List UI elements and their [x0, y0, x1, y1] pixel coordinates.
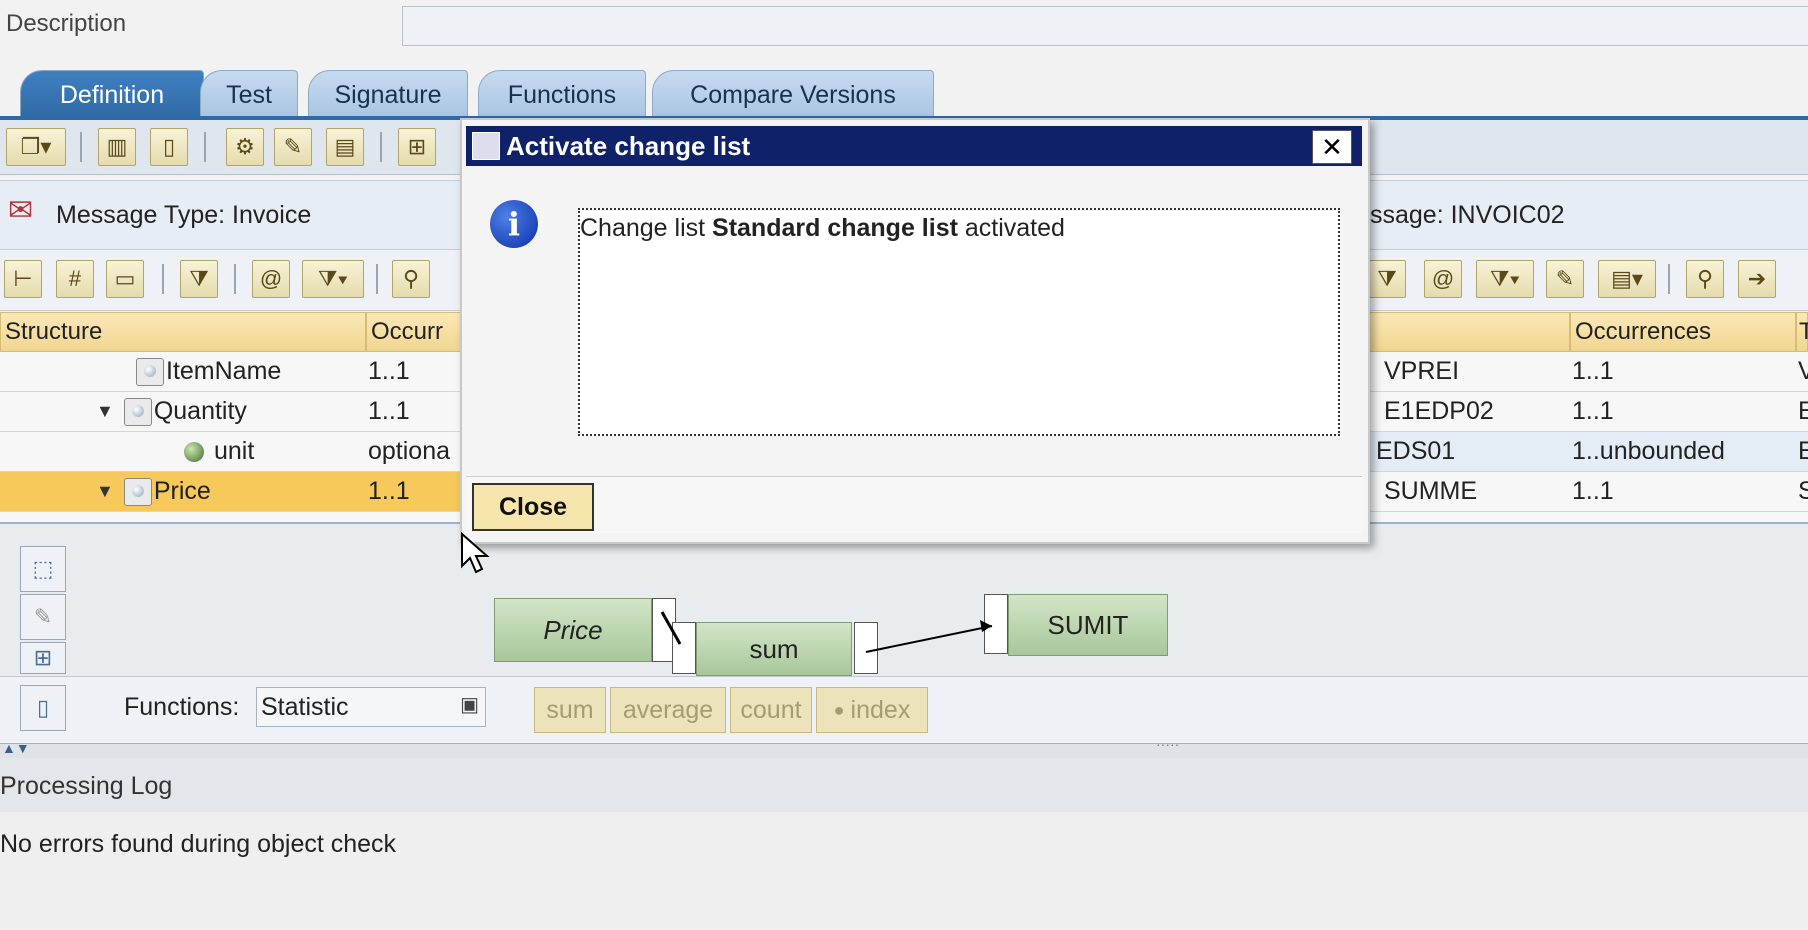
function-button-sum[interactable]: sum — [534, 687, 606, 733]
dialog-title-bar[interactable]: Activate change list ✕ — [466, 126, 1362, 166]
pane-splitter[interactable]: ▲▼ ····· — [0, 736, 1808, 758]
dialog-message-bold: Standard change list — [712, 214, 958, 242]
processing-log-message: No errors found during object check — [0, 830, 397, 858]
page-icon[interactable]: ▯ — [20, 685, 66, 731]
processing-log-title: Processing Log — [0, 772, 173, 800]
functions-bar: ▯ Functions: Statistic ▣ sum average cou… — [0, 676, 1808, 745]
mouse-cursor-icon — [461, 532, 490, 574]
functions-label: Functions: — [124, 693, 240, 721]
functions-category-value: Statistic — [261, 692, 349, 721]
info-icon: i — [490, 200, 538, 248]
function-button-index-label: index — [850, 695, 911, 724]
processing-log-header: Processing Log — [0, 758, 1808, 813]
drag-handle-icon[interactable]: ····· — [1156, 736, 1179, 752]
close-button[interactable]: Close — [472, 483, 594, 531]
function-button-count[interactable]: count — [730, 687, 812, 733]
mapping-line — [865, 625, 993, 653]
index-icon: ● — [833, 699, 845, 720]
dialog-close-icon[interactable]: ✕ — [1312, 130, 1352, 164]
function-button-average[interactable]: average — [610, 687, 726, 733]
dialog-title: Activate change list — [506, 130, 751, 161]
dialog-message-suffix: activated — [964, 214, 1065, 242]
mapping-line — [660, 611, 682, 645]
dialog-footer: Close — [466, 476, 1362, 533]
functions-category-select[interactable]: Statistic ▣ — [256, 687, 486, 727]
dialog-app-icon — [472, 132, 500, 160]
processing-log-body: No errors found during object check — [0, 812, 1808, 930]
activate-change-list-dialog: Activate change list ✕ i Change list Sta… — [460, 118, 1370, 544]
collapse-icon[interactable]: ▲▼ — [2, 740, 30, 756]
dialog-message-prefix: Change list — [580, 214, 706, 242]
function-button-index[interactable]: ● index — [816, 687, 928, 733]
dialog-message-box: Change list Standard change list activat… — [578, 208, 1340, 436]
dropdown-icon[interactable]: ▣ — [460, 692, 479, 717]
arrow-head — [980, 620, 992, 632]
